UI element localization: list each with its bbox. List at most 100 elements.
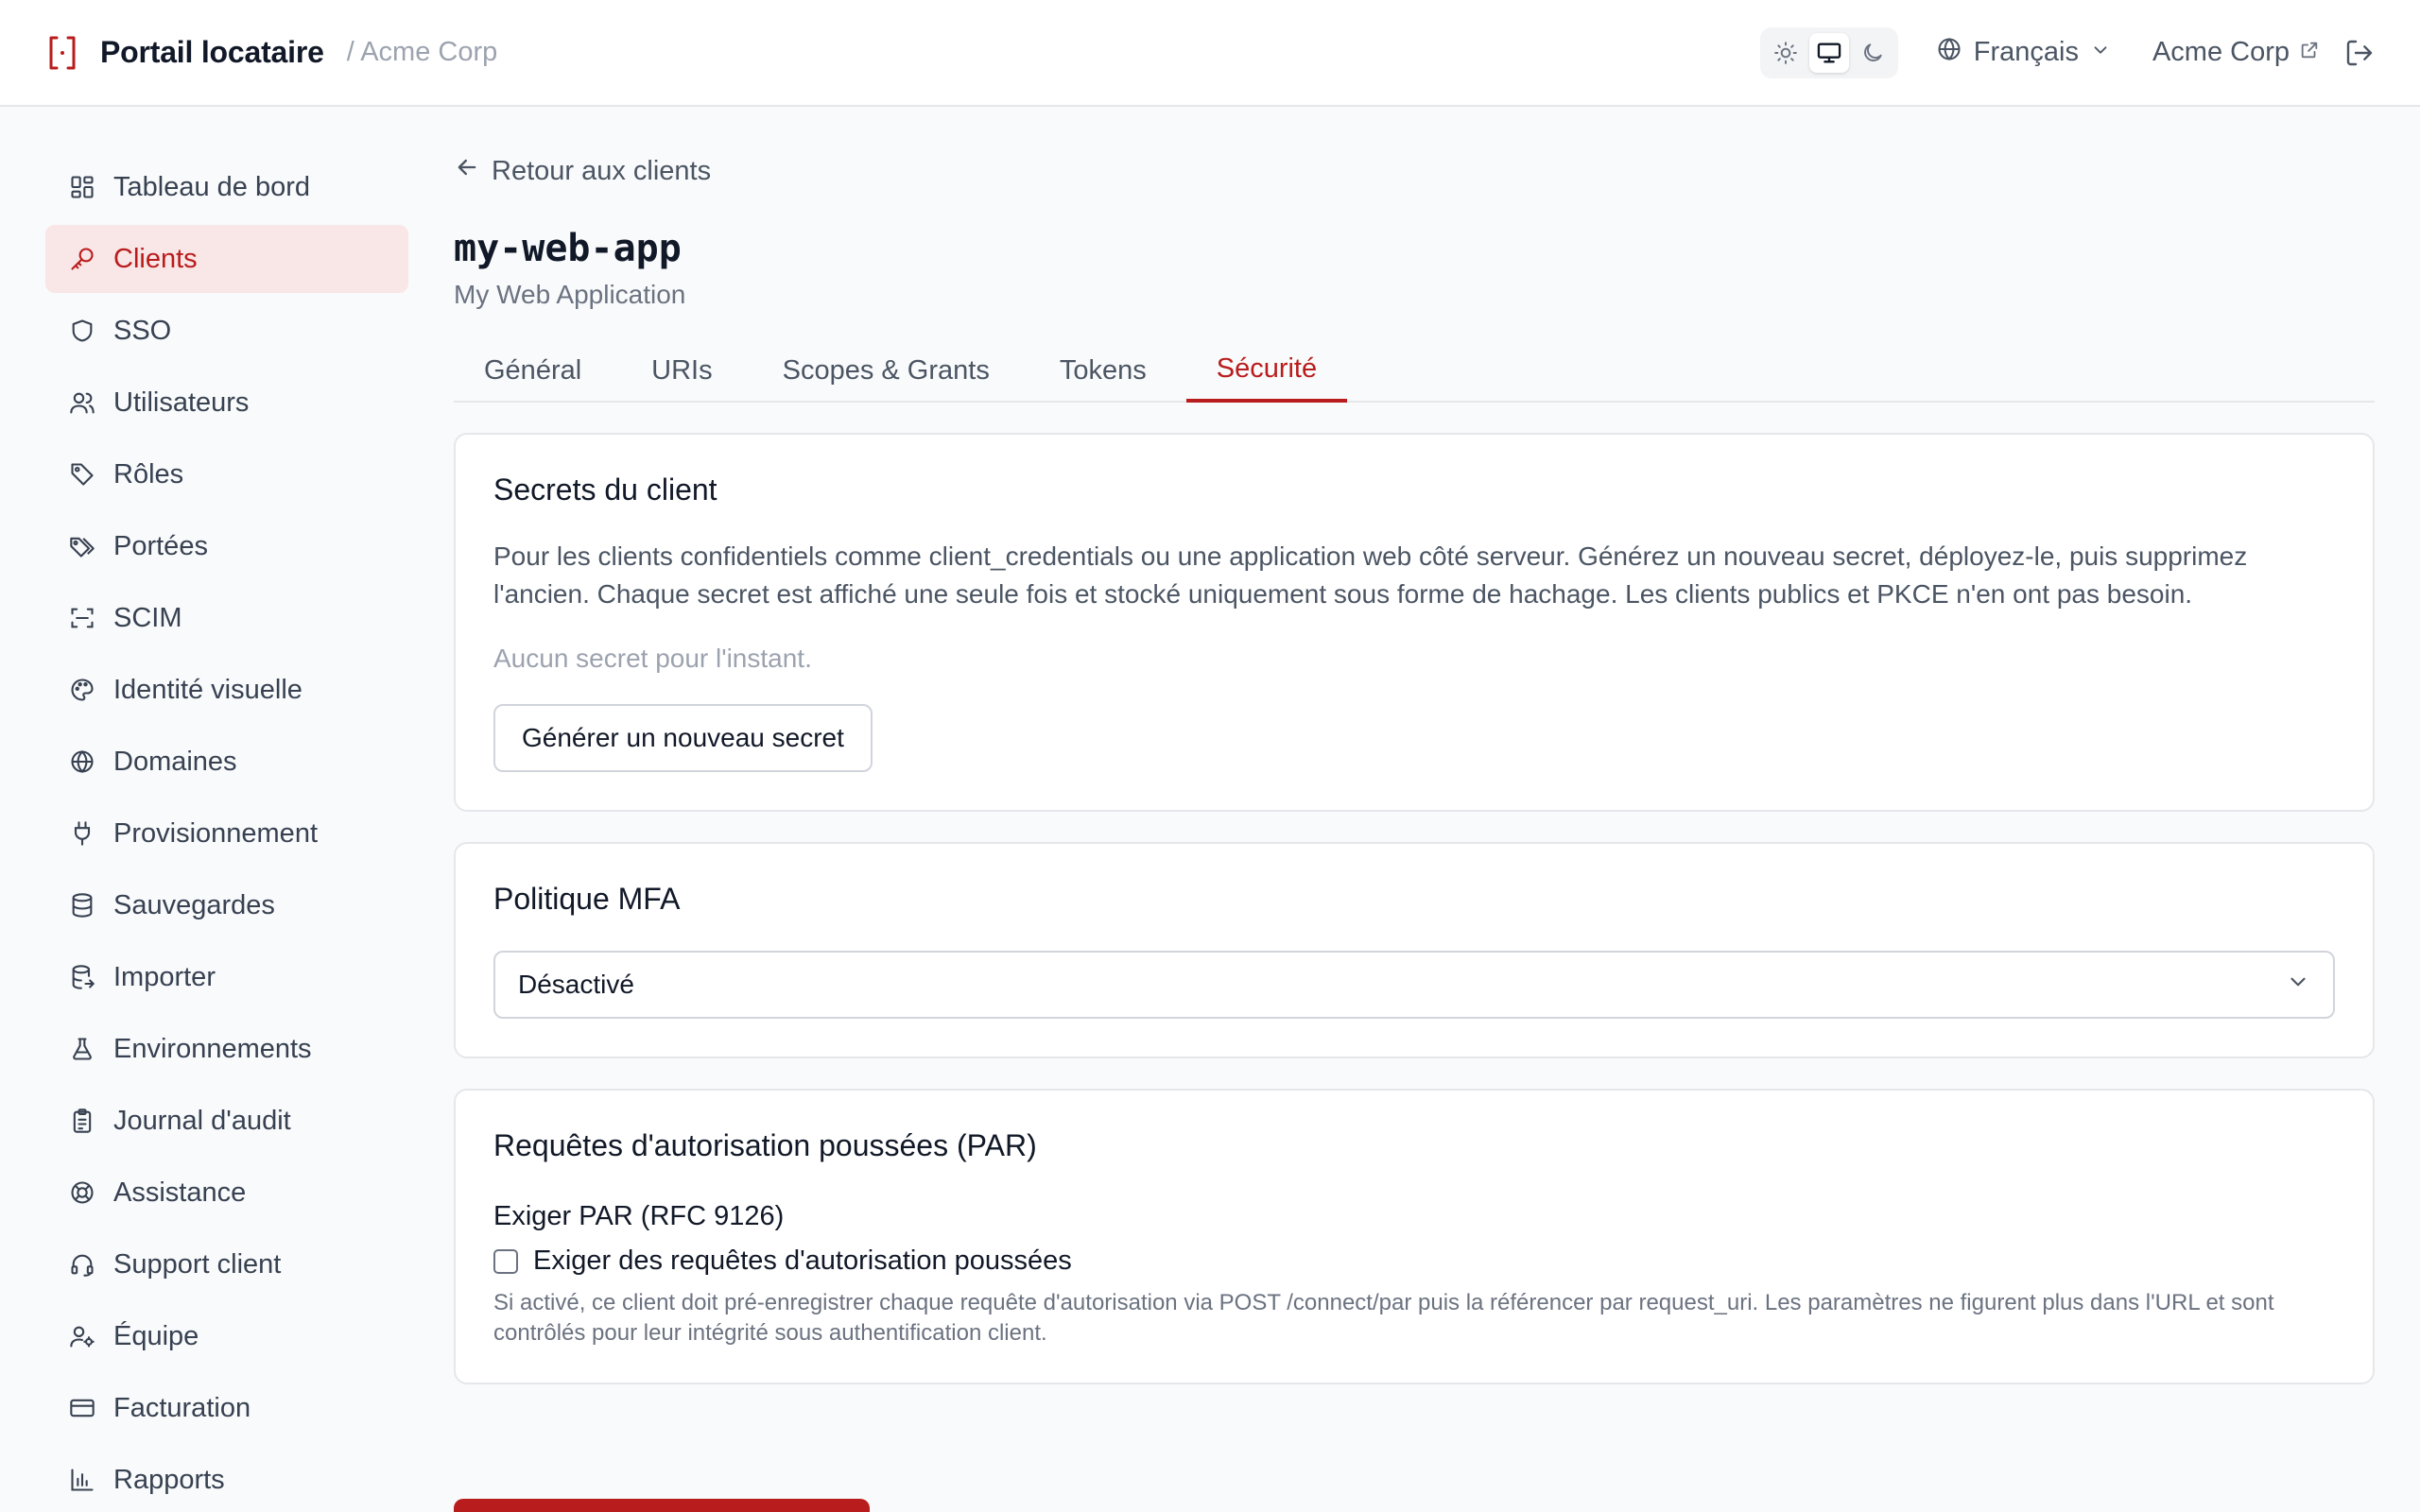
sidebar-item-environments[interactable]: Environnements [45, 1015, 408, 1083]
sidebar-item-label: SCIM [113, 602, 182, 633]
back-to-clients-link[interactable]: Retour aux clients [454, 151, 2375, 191]
sidebar-item-users[interactable]: Utilisateurs [45, 369, 408, 437]
sidebar-item-roles[interactable]: Rôles [45, 440, 408, 508]
mfa-policy-title: Politique MFA [493, 882, 681, 916]
sidebar-item-audit-log[interactable]: Journal d'audit [45, 1087, 408, 1155]
database-import-icon [68, 963, 96, 991]
scan-icon [68, 604, 96, 632]
sidebar-item-label: Facturation [113, 1392, 251, 1423]
generate-secret-button[interactable]: Générer un nouveau secret [493, 704, 873, 772]
client-secrets-card: Secrets du client Pour les clients confi… [454, 433, 2375, 812]
empty-secrets-message: Aucun secret pour l'instant. [493, 644, 812, 673]
page-subtitle: My Web Application [454, 280, 686, 309]
language-select[interactable]: Français [1936, 36, 2111, 70]
sidebar-item-team[interactable]: Équipe [45, 1302, 408, 1370]
sidebar-item-billing[interactable]: Facturation [45, 1374, 408, 1442]
sidebar-item-label: Sauvegardes [113, 889, 275, 920]
tags-icon [68, 532, 96, 560]
sidebar-item-import[interactable]: Importer [45, 943, 408, 1011]
plug-icon [68, 819, 96, 848]
sidebar-item-label: Provisionnement [113, 817, 318, 849]
sidebar-item-support[interactable]: Support client [45, 1230, 408, 1298]
light-icon[interactable] [1766, 33, 1806, 73]
sidebar-item-label: Tableau de bord [113, 171, 310, 202]
headset-icon [68, 1250, 96, 1279]
dark-icon[interactable] [1853, 33, 1893, 73]
tab-general[interactable]: Général [454, 338, 612, 403]
sidebar-item-provisioning[interactable]: Provisionnement [45, 799, 408, 868]
sidebar-item-label: Importer [113, 961, 216, 992]
brand[interactable]: Portail locataire / Acme Corp [45, 34, 497, 72]
palette-icon [68, 676, 96, 704]
sidebar-item-dashboard[interactable]: Tableau de bord [45, 153, 408, 221]
par-card: Requêtes d'autorisation poussées (PAR) E… [454, 1089, 2375, 1384]
tab-tokens[interactable]: Tokens [1029, 338, 1177, 403]
external-link-icon [2299, 37, 2320, 68]
system-icon[interactable] [1808, 32, 1849, 73]
sidebar-item-label: Rapports [113, 1464, 225, 1495]
sidebar-item-label: SSO [113, 315, 172, 346]
sidebar-item-backups[interactable]: Sauvegardes [45, 871, 408, 939]
sidebar-item-assistance[interactable]: Assistance [45, 1159, 408, 1227]
sidebar-item-sso[interactable]: SSO [45, 297, 408, 365]
tab-bar: Général URIs Scopes & Grants Tokens Sécu… [454, 338, 2375, 403]
require-par-checkbox[interactable] [493, 1248, 518, 1274]
sidebar-item-label: Clients [113, 243, 198, 274]
org-external-link[interactable]: Acme Corp [2152, 37, 2320, 68]
sidebar-item-label: Assistance [113, 1177, 247, 1208]
save-button[interactable] [454, 1499, 870, 1512]
require-par-checkbox-row[interactable]: Exiger des requêtes d'autorisation pouss… [493, 1246, 2335, 1277]
credit-card-icon [68, 1394, 96, 1422]
sidebar-item-label: Portées [113, 530, 208, 561]
sidebar-item-domains[interactable]: Domaines [45, 728, 408, 796]
sidebar-item-scim[interactable]: SCIM [45, 584, 408, 652]
page-title: my-web-app [454, 227, 682, 270]
top-bar: Portail locataire / Acme Corp Français A… [0, 0, 2420, 107]
arrow-left-icon [454, 154, 480, 188]
chevron-down-icon [2286, 970, 2310, 1001]
sidebar-item-label: Support client [113, 1248, 282, 1280]
bracket-logo-icon [45, 34, 79, 72]
shield-icon [68, 317, 96, 345]
sidebar-item-branding[interactable]: Identité visuelle [45, 656, 408, 724]
tab-security[interactable]: Sécurité [1185, 338, 1348, 403]
globe-icon [68, 747, 96, 776]
sidebar-item-scopes[interactable]: Portées [45, 512, 408, 580]
mfa-selected-value: Désactivé [518, 970, 634, 999]
tab-scopes-grants[interactable]: Scopes & Grants [752, 338, 1020, 403]
par-title: Requêtes d'autorisation poussées (PAR) [493, 1128, 1037, 1162]
bar-chart-icon [68, 1466, 96, 1494]
sidebar-item-label: Rôles [113, 458, 184, 490]
key-icon [68, 245, 96, 273]
theme-switcher [1759, 26, 1898, 78]
logout-icon[interactable] [2344, 38, 2375, 68]
sidebar-item-clients[interactable]: Clients [45, 225, 408, 293]
client-secrets-title: Secrets du client [493, 472, 717, 507]
sidebar-item-label: Journal d'audit [113, 1105, 291, 1136]
main-content: Retour aux clients my-web-app My Web App… [454, 151, 2375, 1384]
dashboard-icon [68, 173, 96, 201]
client-secrets-description: Pour les clients confidentiels comme cli… [493, 541, 2248, 609]
globe-icon [1936, 36, 1962, 70]
par-help-text: Si activé, ce client doit pré-enregistre… [493, 1290, 2274, 1346]
users-icon [68, 388, 96, 417]
database-icon [68, 891, 96, 919]
require-par-label: Exiger des requêtes d'autorisation pouss… [533, 1246, 1072, 1276]
tag-icon [68, 460, 96, 489]
mfa-policy-select[interactable]: Désactivé [493, 951, 2335, 1019]
sidebar-item-label: Domaines [113, 746, 237, 777]
tab-uris[interactable]: URIs [621, 338, 742, 403]
org-link-label: Acme Corp [2152, 37, 2290, 67]
brand-title: Portail locataire [100, 35, 324, 69]
clipboard-icon [68, 1107, 96, 1135]
user-gear-icon [68, 1322, 96, 1350]
mfa-policy-card: Politique MFA Désactivé [454, 842, 2375, 1058]
sidebar: Tableau de bord Clients SSO Utilisateurs… [45, 153, 408, 1512]
lifebuoy-icon [68, 1178, 96, 1207]
sidebar-item-label: Utilisateurs [113, 387, 250, 418]
chevron-down-icon [2090, 37, 2111, 68]
sidebar-item-reports[interactable]: Rapports [45, 1446, 408, 1512]
language-label: Français [1973, 37, 2079, 67]
brand-org: / Acme Corp [346, 37, 498, 67]
sidebar-item-label: Identité visuelle [113, 674, 302, 705]
